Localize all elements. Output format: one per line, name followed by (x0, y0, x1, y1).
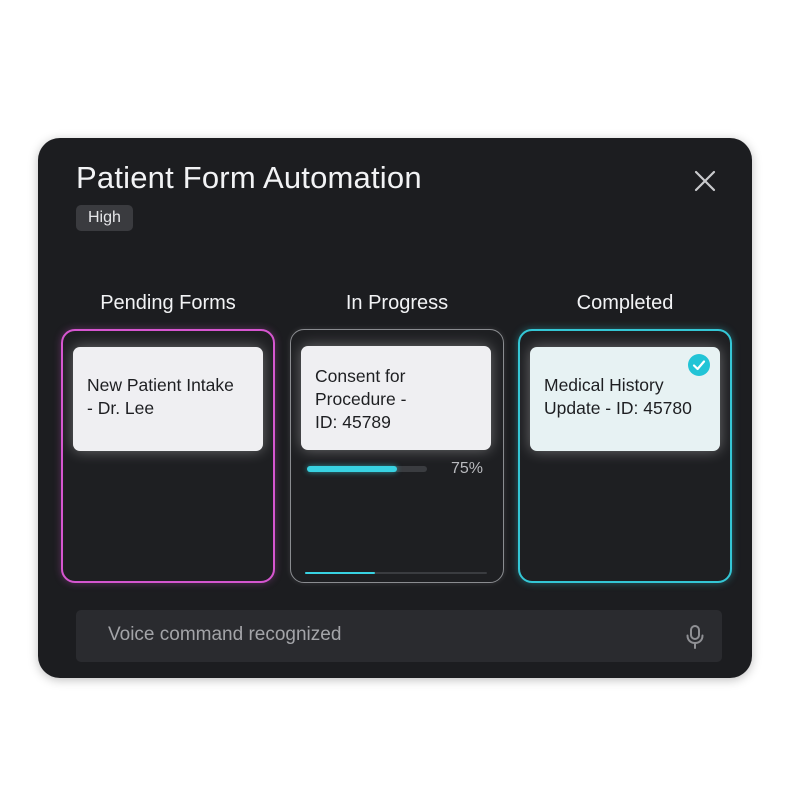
close-icon (694, 170, 716, 192)
card-text-line: Consent for (315, 366, 406, 386)
check-circle-icon (688, 354, 710, 376)
card-text-line: Procedure - (315, 389, 407, 409)
card-text-line: - Dr. Lee (87, 398, 155, 418)
column-scrollbar[interactable] (305, 572, 487, 574)
form-card-new-patient-intake[interactable]: New Patient Intake - Dr. Lee (73, 347, 263, 451)
patient-form-automation-dialog: Patient Form Automation High Pending For… (38, 138, 752, 678)
card-text-line: Update - ID: 45780 (544, 398, 692, 418)
pending-forms-heading: Pending Forms (100, 292, 236, 314)
close-button[interactable] (690, 166, 720, 196)
form-card-consent-procedure[interactable]: Consent for Procedure - ID: 45789 (301, 346, 491, 450)
completed-heading: Completed (576, 292, 674, 314)
voice-command-bar[interactable]: Voice command recognized (76, 610, 722, 662)
microphone-icon (686, 625, 704, 649)
priority-badge: High (76, 205, 133, 231)
card-text-line: Medical History (544, 375, 664, 395)
completed-column: Medical History Update - ID: 45780 (518, 329, 732, 583)
voice-status-text: Voice command recognized (108, 624, 342, 645)
progress-bar (307, 466, 427, 472)
card-text-line: New Patient Intake (87, 375, 234, 395)
dialog-title: Patient Form Automation (76, 160, 422, 195)
progress-percent: 75% (451, 460, 484, 477)
form-card-medical-history[interactable]: Medical History Update - ID: 45780 (530, 347, 720, 451)
in-progress-column: Consent for Procedure - ID: 45789 75% (290, 329, 504, 583)
column-scrollbar-thumb[interactable] (305, 572, 375, 574)
microphone-button[interactable] (684, 624, 706, 650)
pending-forms-column: New Patient Intake - Dr. Lee (61, 329, 275, 583)
card-text-line: ID: 45789 (315, 412, 391, 432)
in-progress-heading: In Progress (345, 292, 449, 314)
progress-bar-fill (307, 466, 397, 472)
